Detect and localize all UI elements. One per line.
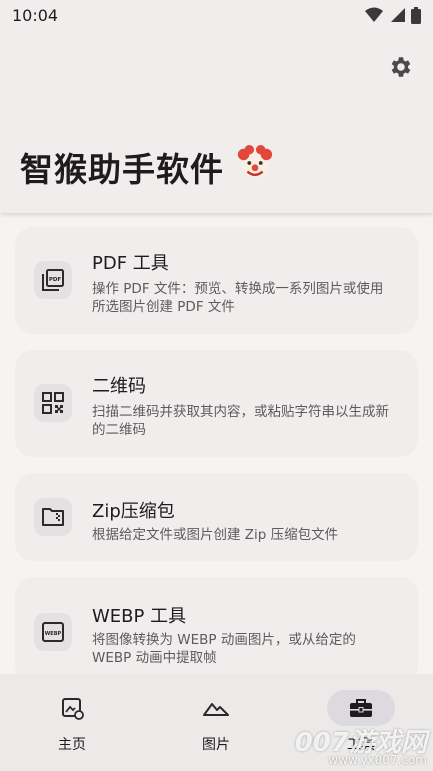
- nav-item-home[interactable]: 主页: [0, 674, 144, 771]
- top-app-bar: 智猴助手软件: [0, 0, 433, 213]
- qr-tool-card[interactable]: 二维码 扫描二维码并获取其内容，或粘贴字符串以生成新的二维码: [15, 350, 418, 457]
- svg-text:WEBP: WEBP: [45, 631, 62, 637]
- zip-folder-icon: [34, 498, 72, 536]
- cellular-signal-icon: [391, 8, 405, 22]
- watermark-url: www.yx007.com: [328, 753, 427, 767]
- qr-tool-title: 二维码: [92, 376, 146, 397]
- gear-icon: [391, 57, 411, 77]
- battery-icon: [411, 6, 421, 24]
- webp-tool-description: 将图像转换为 WEBP 动画图片，或从给定的 WEBP 动画中提取帧: [92, 632, 356, 666]
- qr-code-icon: [34, 384, 72, 422]
- nav-pill-tools: [327, 690, 395, 726]
- toolbox-icon: [350, 699, 372, 717]
- clown-face-icon: [237, 144, 273, 179]
- page-title: 智猴助手软件: [20, 150, 224, 189]
- pdf-file-icon: PDF: [34, 261, 72, 299]
- settings-button[interactable]: [383, 50, 417, 84]
- webp-file-icon: WEBP: [34, 613, 72, 651]
- webp-tool-card[interactable]: WEBP WEBP 工具 将图像转换为 WEBP 动画图片，或从给定的 WEBP…: [15, 577, 418, 684]
- nav-pill-home: [38, 690, 106, 726]
- status-bar: 10:04: [0, 0, 433, 30]
- webp-tool-title: WEBP 工具: [92, 606, 187, 627]
- home-image-icon: [62, 698, 84, 720]
- pdf-tool-title: PDF 工具: [92, 253, 169, 274]
- wifi-icon: [365, 7, 383, 22]
- zip-tool-card[interactable]: Zip压缩包 根据给定文件或图片创建 Zip 压缩包文件: [15, 473, 418, 561]
- nav-pill-pictures: [182, 690, 250, 726]
- nav-label-home: 主页: [58, 737, 86, 753]
- nav-label-pictures: 图片: [202, 737, 230, 753]
- status-time: 10:04: [12, 5, 59, 25]
- screen: 智猴助手软件 10:04 PDF PDF 工具 操作 PDF 文件：预览、转换成…: [0, 0, 433, 771]
- pdf-tool-card[interactable]: PDF PDF 工具 操作 PDF 文件：预览、转换成一系列图片或使用所选图片创…: [15, 227, 418, 334]
- zip-tool-description: 根据给定文件或图片创建 Zip 压缩包文件: [92, 527, 339, 543]
- nav-item-pictures[interactable]: 图片: [144, 674, 288, 771]
- zip-tool-title: Zip压缩包: [92, 501, 175, 522]
- landscape-icon: [203, 703, 229, 716]
- qr-tool-description: 扫描二维码并获取其内容，或粘贴字符串以生成新的二维码: [92, 404, 389, 438]
- pdf-tool-description: 操作 PDF 文件：预览、转换成一系列图片或使用所选图片创建 PDF 文件: [92, 281, 384, 315]
- svg-text:PDF: PDF: [49, 277, 62, 283]
